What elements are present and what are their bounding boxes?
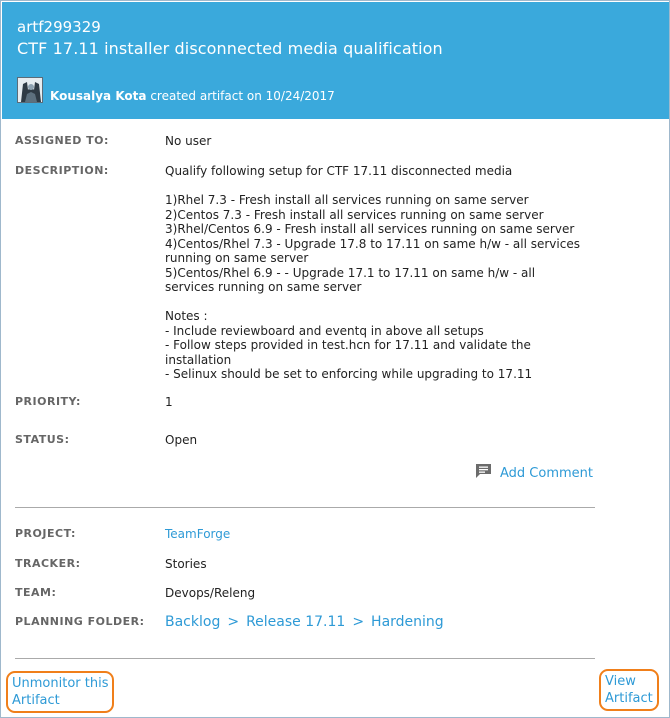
description-line: - Selinux should be set to enforcing whi… xyxy=(165,367,533,381)
priority-value: 1 xyxy=(165,395,173,409)
breadcrumb-release[interactable]: Release 17.11 xyxy=(246,614,345,630)
user-avatar-icon xyxy=(17,77,43,103)
view-artifact-link[interactable]: View Artifact xyxy=(599,669,659,711)
tracker-label: TRACKER: xyxy=(15,557,81,570)
creator-line: Kousalya Kota created artifact on 10/24/… xyxy=(50,89,335,103)
description-line: 1)Rhel 7.3 - Fresh install all services … xyxy=(165,193,529,207)
planning-folder-label: PLANNING FOLDER: xyxy=(15,615,145,628)
description-line: 4)Centos/Rhel 7.3 - Upgrade 17.8 to 17.1… xyxy=(165,236,580,251)
description-line: Qualify following setup for CTF 17.11 di… xyxy=(165,164,513,178)
divider xyxy=(15,507,595,508)
add-comment-button[interactable]: Add Comment xyxy=(475,460,593,481)
add-comment-label: Add Comment xyxy=(500,466,593,481)
description-line: - Include reviewboard and eventq in abov… xyxy=(165,323,484,338)
unmonitor-line-1: Unmonitor this xyxy=(12,676,109,691)
breadcrumb-hardening[interactable]: Hardening xyxy=(371,614,444,630)
breadcrumb-separator: > xyxy=(352,614,365,630)
project-label: PROJECT: xyxy=(15,527,76,540)
description-line xyxy=(165,179,605,194)
assigned-to-label: ASSIGNED TO: xyxy=(15,134,109,147)
artifact-id: artf299329 xyxy=(17,18,101,36)
description-line: services running on same server xyxy=(165,280,362,294)
description-line: - Follow steps provided in test.hcn for … xyxy=(165,338,531,352)
team-value: Devops/Releng xyxy=(165,586,256,600)
description-value: Qualify following setup for CTF 17.11 di… xyxy=(165,164,605,382)
artifact-header: artf299329 CTF 17.11 installer disconnec… xyxy=(2,2,669,119)
artifact-title: CTF 17.11 installer disconnected media q… xyxy=(17,39,443,58)
status-label: STATUS: xyxy=(15,433,70,446)
priority-label: PRIORITY: xyxy=(15,395,81,408)
status-value: Open xyxy=(165,433,198,447)
planning-folder-breadcrumb: Backlog > Release 17.11 > Hardening xyxy=(165,614,605,630)
unmonitor-line-2: Artifact xyxy=(12,693,60,708)
comment-icon xyxy=(476,463,491,478)
description-line: 2)Centos 7.3 - Fresh install all service… xyxy=(165,207,544,222)
created-text: created artifact on 10/24/2017 xyxy=(150,89,335,103)
view-line-1: View xyxy=(605,674,636,689)
tracker-value: Stories xyxy=(165,557,207,571)
team-label: TEAM: xyxy=(15,586,57,599)
view-line-2: Artifact xyxy=(605,691,653,706)
divider xyxy=(15,658,595,659)
description-line xyxy=(165,295,605,310)
creator-name[interactable]: Kousalya Kota xyxy=(50,89,147,103)
description-line: 5)Centos/Rhel 6.9 - - Upgrade 17.1 to 17… xyxy=(165,265,536,280)
artifact-card: artf299329 CTF 17.11 installer disconnec… xyxy=(0,0,670,718)
project-link[interactable]: TeamForge xyxy=(165,527,605,541)
description-line: Notes : xyxy=(165,309,208,323)
breadcrumb-separator: > xyxy=(227,614,240,630)
description-line: running on same server xyxy=(165,251,309,265)
breadcrumb-backlog[interactable]: Backlog xyxy=(165,614,220,630)
unmonitor-artifact-link[interactable]: Unmonitor this Artifact xyxy=(6,671,115,713)
description-label: DESCRIPTION: xyxy=(15,164,109,177)
description-line: installation xyxy=(165,352,232,367)
assigned-to-value: No user xyxy=(165,134,212,148)
description-line: 3)Rhel/Centos 6.9 - Fresh install all se… xyxy=(165,222,575,236)
